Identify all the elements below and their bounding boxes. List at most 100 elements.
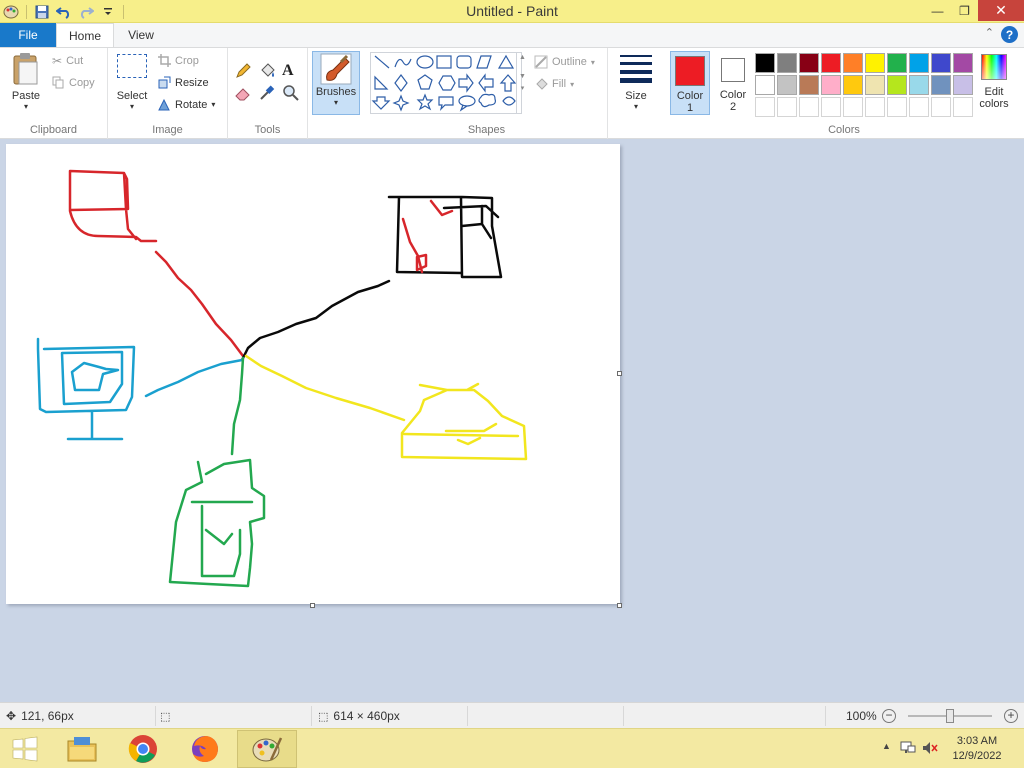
scroll-up-icon[interactable]: ▲ — [517, 54, 528, 61]
text-tool-icon[interactable]: A — [282, 62, 306, 84]
color-swatch[interactable] — [777, 75, 797, 95]
resize-handle-right[interactable] — [617, 371, 622, 376]
color-swatch[interactable] — [755, 75, 775, 95]
tab-home[interactable]: Home — [56, 23, 114, 47]
color1-label-line2: 1 — [686, 102, 694, 114]
color-swatch[interactable] — [777, 53, 797, 73]
custom-color-slot[interactable] — [799, 97, 819, 117]
color-swatch[interactable] — [865, 75, 885, 95]
taskbar-firefox[interactable] — [175, 730, 235, 768]
color-swatch[interactable] — [931, 75, 951, 95]
red-detail-in-black — [401, 199, 454, 274]
color-swatch[interactable] — [821, 53, 841, 73]
custom-color-slot[interactable] — [755, 97, 775, 117]
resize-icon — [158, 76, 171, 89]
select-button[interactable]: Select ▾ — [112, 54, 152, 111]
zoom-slider-thumb[interactable] — [946, 709, 954, 723]
help-icon[interactable]: ? — [1001, 26, 1018, 43]
shapes-gallery-icons[interactable] — [371, 53, 521, 113]
pencil-icon[interactable] — [234, 62, 258, 84]
close-button[interactable]: ✕ — [978, 0, 1024, 21]
color-swatch[interactable] — [931, 53, 951, 73]
copy-button[interactable]: Copy — [52, 76, 95, 89]
custom-color-slot[interactable] — [821, 97, 841, 117]
show-hidden-icons-icon[interactable]: ▲ — [882, 741, 891, 751]
canvas-size-value: 614 × 460px — [333, 709, 400, 723]
shapes-scrollbar[interactable]: ▲ ▼ ▾ — [516, 52, 528, 114]
color1-label-line1: Color — [676, 90, 704, 102]
taskbar-file-explorer[interactable] — [52, 730, 112, 768]
custom-color-slot[interactable] — [865, 97, 885, 117]
network-icon[interactable] — [900, 740, 916, 756]
color-swatch[interactable] — [799, 53, 819, 73]
color-swatch[interactable] — [821, 75, 841, 95]
custom-color-slot[interactable] — [887, 97, 907, 117]
image-group: Select ▾ Crop Resize Rotate ▾ Image — [108, 48, 228, 139]
custom-color-slot[interactable] — [909, 97, 929, 117]
color-swatch[interactable] — [865, 53, 885, 73]
resize-button[interactable]: Resize — [158, 76, 209, 89]
color-swatch[interactable] — [843, 53, 863, 73]
outline-button[interactable]: Outline ▾ — [534, 55, 595, 69]
magnifier-icon[interactable] — [282, 84, 306, 106]
color-swatch[interactable] — [843, 75, 863, 95]
clock[interactable]: 3:03 AM 12/9/2022 — [946, 734, 1008, 764]
rotate-button[interactable]: Rotate ▾ — [158, 98, 215, 111]
yellow-line-to-center — [244, 354, 406, 422]
taskbar: ▲ 3:03 AM 12/9/2022 — [0, 728, 1024, 768]
scroll-down-icon[interactable]: ▼ — [517, 73, 528, 80]
minimize-button[interactable]: — — [924, 0, 951, 21]
drawing-canvas[interactable] — [6, 144, 620, 604]
color-swatch[interactable] — [887, 53, 907, 73]
brushes-button[interactable]: Brushes ▾ — [312, 51, 360, 115]
zoom-out-button[interactable]: − — [882, 709, 896, 723]
color-swatch[interactable] — [953, 53, 973, 73]
custom-color-slot[interactable] — [843, 97, 863, 117]
resize-handle-corner[interactable] — [617, 603, 622, 608]
edit-colors-label-line2: colors — [979, 98, 1009, 110]
tab-view[interactable]: View — [114, 23, 168, 47]
color1-swatch — [675, 56, 705, 86]
select-rectangle-icon — [117, 54, 147, 78]
zoom-in-button[interactable]: + — [1004, 709, 1018, 723]
green-line-to-center — [230, 356, 245, 456]
edit-colors-button[interactable]: Edit colors — [974, 54, 1014, 110]
volume-muted-icon[interactable] — [922, 741, 938, 755]
ribbon-tabs: File Home View ⌃ ? — [0, 23, 1024, 47]
color-swatch[interactable] — [799, 75, 819, 95]
color2-button[interactable]: Color 2 — [714, 51, 752, 113]
taskbar-chrome[interactable] — [113, 730, 173, 768]
image-group-label: Image — [152, 124, 183, 136]
color1-button[interactable]: Color 1 — [670, 51, 710, 115]
collapse-ribbon-icon[interactable]: ⌃ — [985, 26, 994, 39]
color-swatch[interactable] — [909, 75, 929, 95]
custom-color-slot[interactable] — [953, 97, 973, 117]
cut-button[interactable]: ✂ Cut — [52, 54, 83, 68]
cut-label: Cut — [66, 55, 84, 67]
restore-button[interactable]: ❐ — [951, 0, 978, 21]
start-button[interactable] — [0, 730, 50, 768]
resize-handle-bottom[interactable] — [310, 603, 315, 608]
custom-color-slot[interactable] — [777, 97, 797, 117]
color-swatch[interactable] — [953, 75, 973, 95]
yellow-sketch — [400, 382, 528, 461]
paste-button[interactable]: Paste ▾ — [6, 52, 46, 111]
edit-colors-label-line1: Edit — [984, 86, 1004, 98]
clipboard-group: Paste ▾ ✂ Cut Copy Clipboard — [0, 48, 108, 139]
eraser-icon[interactable] — [234, 84, 258, 106]
red-sketch — [68, 169, 158, 243]
color-swatch[interactable] — [887, 75, 907, 95]
size-button[interactable]: Size ▾ — [614, 52, 658, 111]
fill-button[interactable]: Fill ▾ — [534, 77, 574, 91]
resize-label: Resize — [175, 76, 209, 89]
gallery-more-icon[interactable]: ▾ — [517, 84, 528, 92]
color-swatch[interactable] — [755, 53, 775, 73]
taskbar-paint[interactable] — [237, 730, 297, 768]
color-swatch[interactable] — [909, 53, 929, 73]
crop-label: Crop — [175, 54, 199, 67]
crop-button[interactable]: Crop — [158, 54, 199, 67]
custom-color-slot[interactable] — [931, 97, 951, 117]
tab-file[interactable]: File — [0, 23, 56, 47]
color-picker-icon[interactable] — [258, 84, 282, 106]
fill-bucket-icon[interactable] — [258, 62, 282, 84]
